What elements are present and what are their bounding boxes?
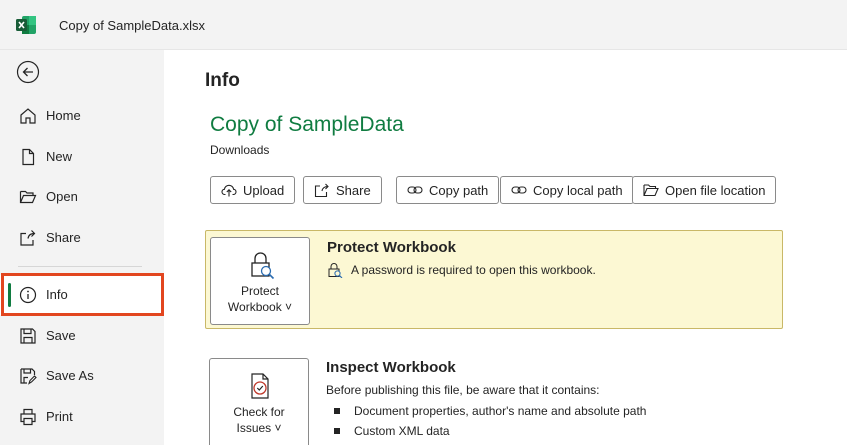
inspect-workbook-heading: Inspect Workbook bbox=[326, 359, 456, 376]
inspect-items-list: Document properties, author's name and a… bbox=[326, 401, 646, 441]
protect-workbook-description: A password is required to open this work… bbox=[327, 262, 596, 278]
sidebar-item-label: Print bbox=[46, 409, 73, 424]
back-arrow-icon[interactable] bbox=[16, 60, 40, 84]
open-file-location-button-label: Open file location bbox=[665, 182, 766, 198]
lock-icon bbox=[251, 252, 275, 280]
home-icon bbox=[20, 108, 36, 124]
sidebar-item-share[interactable]: Share bbox=[0, 218, 164, 258]
sidebar-item-label: Share bbox=[46, 230, 81, 245]
excel-icon bbox=[16, 16, 36, 34]
bullet bbox=[334, 428, 340, 434]
page-title: Info bbox=[205, 70, 240, 91]
copy-path-button[interactable]: Copy path bbox=[396, 176, 500, 204]
info-pane: Info Copy of SampleData Downloads Upload… bbox=[164, 50, 847, 445]
share-icon bbox=[20, 230, 36, 246]
sidebar-item-info[interactable]: Info bbox=[0, 275, 164, 315]
sidebar-item-open[interactable]: Open bbox=[0, 177, 164, 217]
link-icon bbox=[407, 186, 423, 194]
title-bar: Copy of SampleData.xlsx bbox=[0, 0, 847, 50]
sidebar-divider bbox=[18, 266, 142, 267]
document-location: Downloads bbox=[210, 143, 270, 157]
protect-description-text: A password is required to open this work… bbox=[351, 263, 596, 277]
folder-icon bbox=[643, 184, 659, 197]
link-icon bbox=[511, 186, 527, 194]
sidebar-item-label: Save bbox=[46, 328, 76, 343]
open-file-location-button[interactable]: Open file location bbox=[632, 176, 777, 204]
sidebar-item-save-as[interactable]: Save As bbox=[0, 356, 164, 396]
share-button[interactable]: Share bbox=[303, 176, 382, 204]
backstage-sidebar: Home New Open Share Info Save Save As Pr… bbox=[0, 50, 164, 445]
protect-workbook-section: Protect Workbook ˅ Protect Workbook A pa… bbox=[205, 230, 783, 329]
copy-path-button-label: Copy path bbox=[429, 182, 489, 198]
sidebar-item-label: New bbox=[46, 149, 73, 164]
new-document-icon bbox=[22, 148, 35, 166]
sidebar-item-label: Open bbox=[46, 189, 78, 204]
window-title: Copy of SampleData.xlsx bbox=[59, 18, 205, 33]
check-issues-label-line2: Issues ˅ bbox=[236, 421, 282, 435]
info-icon bbox=[19, 286, 37, 304]
sidebar-item-label: Info bbox=[46, 287, 68, 302]
sidebar-item-save[interactable]: Save bbox=[0, 316, 164, 356]
bullet bbox=[334, 408, 340, 414]
sidebar-item-print[interactable]: Print bbox=[0, 397, 164, 437]
active-indicator bbox=[8, 283, 11, 307]
list-item: Document properties, author's name and a… bbox=[326, 401, 646, 421]
upload-icon bbox=[221, 184, 237, 197]
sidebar-item-label: Home bbox=[46, 108, 81, 123]
protect-workbook-button[interactable]: Protect Workbook ˅ bbox=[210, 237, 310, 325]
inspect-document-icon bbox=[251, 373, 269, 399]
sidebar-item-new[interactable]: New bbox=[0, 137, 164, 177]
upload-button-label: Upload bbox=[243, 182, 285, 198]
list-item-text: Custom XML data bbox=[354, 424, 450, 438]
print-icon bbox=[20, 408, 36, 426]
sidebar-item-home[interactable]: Home bbox=[0, 96, 164, 136]
save-as-icon bbox=[20, 368, 37, 385]
protect-workbook-heading: Protect Workbook bbox=[327, 239, 456, 256]
copy-local-path-button-label: Copy local path bbox=[533, 182, 623, 198]
inspect-workbook-intro: Before publishing this file, be aware th… bbox=[326, 383, 600, 397]
protect-button-label-line2: Workbook ˅ bbox=[227, 300, 293, 314]
list-item-text: Document properties, author's name and a… bbox=[354, 404, 647, 418]
share-icon bbox=[314, 183, 329, 198]
inspect-workbook-section: Check for Issues ˅ Inspect Workbook Befo… bbox=[205, 350, 783, 445]
upload-button[interactable]: Upload bbox=[210, 176, 296, 204]
folder-open-icon bbox=[19, 190, 37, 204]
check-for-issues-button[interactable]: Check for Issues ˅ bbox=[209, 358, 309, 445]
share-button-label: Share bbox=[336, 182, 371, 198]
sidebar-item-label: Save As bbox=[46, 368, 94, 383]
save-icon bbox=[20, 328, 36, 344]
check-issues-label-line1: Check for bbox=[233, 405, 285, 419]
lock-search-icon bbox=[328, 262, 343, 278]
list-item: Custom XML data bbox=[326, 421, 646, 441]
document-name: Copy of SampleData bbox=[210, 113, 404, 136]
protect-button-label-line1: Protect bbox=[240, 284, 279, 298]
copy-local-path-button[interactable]: Copy local path bbox=[500, 176, 634, 204]
